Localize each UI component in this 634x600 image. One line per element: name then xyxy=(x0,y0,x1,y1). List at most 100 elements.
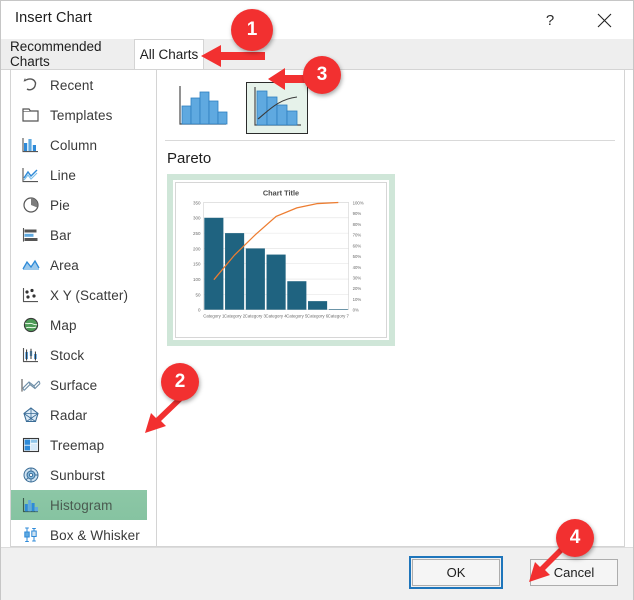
svg-text:200: 200 xyxy=(193,246,201,251)
map-icon xyxy=(18,314,44,336)
chart-type-item-bar[interactable]: Bar xyxy=(11,220,156,250)
chart-type-item-radar[interactable]: Radar xyxy=(11,400,156,430)
chart-type-item-recent[interactable]: Recent xyxy=(11,70,156,100)
thumbnail-divider xyxy=(165,140,615,141)
scatter-icon xyxy=(18,284,44,306)
chart-type-label: Column xyxy=(50,137,98,153)
chart-type-item-line[interactable]: Line xyxy=(11,160,156,190)
chart-type-item-scatter[interactable]: X Y (Scatter) xyxy=(11,280,156,310)
chart-title: Chart Title xyxy=(263,189,299,198)
chart-type-label: Area xyxy=(50,257,79,273)
chart-type-label: Stock xyxy=(50,347,85,363)
svg-text:Category 5: Category 5 xyxy=(286,314,308,319)
recent-icon xyxy=(18,74,44,96)
svg-text:150: 150 xyxy=(193,262,201,267)
chart-type-item-sunburst[interactable]: Sunburst xyxy=(11,460,156,490)
pareto-preview-chart: Chart Title 050100150200250300350 0%10%2… xyxy=(176,183,386,337)
chart-type-label: Radar xyxy=(50,407,88,423)
svg-text:Category 2: Category 2 xyxy=(224,314,246,319)
dialog-body: Recent Templates Column Line Pie Bar Are… xyxy=(10,69,625,547)
svg-text:Category 3: Category 3 xyxy=(245,314,267,319)
callout-4: 4 xyxy=(556,519,594,557)
histogram-icon xyxy=(18,494,44,516)
chart-type-item-box-whisker[interactable]: Box & Whisker xyxy=(11,520,156,546)
box-whisker-icon xyxy=(18,524,44,546)
svg-text:Category 4: Category 4 xyxy=(266,314,288,319)
chart-type-list[interactable]: Recent Templates Column Line Pie Bar Are… xyxy=(11,70,157,546)
column-icon xyxy=(18,134,44,156)
help-glyph: ? xyxy=(545,11,555,29)
page-title: Insert Chart xyxy=(15,10,92,26)
chart-type-label: Box & Whisker xyxy=(50,527,140,543)
help-icon[interactable]: ? xyxy=(527,1,573,39)
chart-type-item-surface[interactable]: Surface xyxy=(11,370,156,400)
svg-text:30%: 30% xyxy=(353,276,362,281)
svg-text:300: 300 xyxy=(193,216,201,221)
svg-text:100%: 100% xyxy=(353,200,364,205)
chart-type-item-histogram[interactable]: Histogram xyxy=(11,490,147,520)
callout-3-label: 3 xyxy=(316,64,328,85)
svg-text:Category 6: Category 6 xyxy=(307,314,329,319)
callout-2-label: 2 xyxy=(174,371,186,392)
svg-text:40%: 40% xyxy=(353,265,362,270)
chart-type-label: Histogram xyxy=(50,497,113,513)
chart-x-axis-labels: Category 1 Category 2 Category 3 Category 4… xyxy=(203,314,349,319)
ok-button-label: OK xyxy=(446,565,466,580)
chart-type-item-treemap[interactable]: Treemap xyxy=(11,430,156,460)
pie-icon xyxy=(18,194,44,216)
chart-type-item-templates[interactable]: Templates xyxy=(11,100,156,130)
chart-preview: Chart Title 0 50 100 150 200 250 300 350 0% 10% 2… xyxy=(175,182,387,338)
subtype-thumbnail-histogram[interactable] xyxy=(172,82,234,134)
svg-text:350: 350 xyxy=(193,200,201,205)
chart-type-item-stock[interactable]: Stock xyxy=(11,340,156,370)
chart-type-label: Line xyxy=(50,167,76,183)
svg-text:80%: 80% xyxy=(353,222,362,227)
chart-type-item-pie[interactable]: Pie xyxy=(11,190,156,220)
callout-1: 1 xyxy=(231,9,273,51)
insert-chart-dialog: Insert Chart ? Recommended Charts All Ch… xyxy=(0,0,634,600)
chart-type-item-area[interactable]: Area xyxy=(11,250,156,280)
svg-text:50: 50 xyxy=(196,292,202,297)
svg-text:250: 250 xyxy=(193,231,201,236)
stock-icon xyxy=(18,344,44,366)
svg-text:0%: 0% xyxy=(353,308,359,313)
line-icon xyxy=(18,164,44,186)
chart-type-label: X Y (Scatter) xyxy=(50,287,129,303)
svg-text:60%: 60% xyxy=(353,243,362,248)
callout-4-label: 4 xyxy=(569,527,581,548)
callout-3: 3 xyxy=(303,56,341,94)
tab-recommended-charts[interactable]: Recommended Charts xyxy=(10,39,134,69)
templates-icon xyxy=(18,104,44,126)
close-icon[interactable] xyxy=(581,1,627,39)
ok-button[interactable]: OK xyxy=(412,559,500,586)
tab-all-charts[interactable]: All Charts xyxy=(134,39,204,70)
svg-text:70%: 70% xyxy=(353,233,362,238)
svg-text:Category 1: Category 1 xyxy=(203,314,225,319)
subtype-name: Pareto xyxy=(167,150,212,167)
bar-icon xyxy=(18,224,44,246)
area-icon xyxy=(18,254,44,276)
svg-text:20%: 20% xyxy=(353,286,362,291)
chart-type-item-map[interactable]: Map xyxy=(11,310,156,340)
sunburst-icon xyxy=(18,464,44,486)
chart-type-item-column[interactable]: Column xyxy=(11,130,156,160)
callout-2: 2 xyxy=(161,363,199,401)
radar-icon xyxy=(18,404,44,426)
svg-text:50%: 50% xyxy=(353,254,362,259)
surface-icon xyxy=(18,374,44,396)
svg-text:Category 7: Category 7 xyxy=(328,314,350,319)
tab-all-charts-label: All Charts xyxy=(139,47,199,62)
chart-type-label: Map xyxy=(50,317,77,333)
chart-preview-frame: Chart Title 0 50 100 150 200 250 300 350 0% 10% 2… xyxy=(167,174,395,346)
svg-text:100: 100 xyxy=(193,277,201,282)
title-bar: Insert Chart ? xyxy=(1,1,633,39)
chart-type-label: Pie xyxy=(50,197,70,213)
tab-recommended-charts-label: Recommended Charts xyxy=(10,39,102,69)
chart-type-label: Bar xyxy=(50,227,72,243)
chart-type-label: Templates xyxy=(50,107,113,123)
chart-type-label: Treemap xyxy=(50,437,105,453)
callout-1-label: 1 xyxy=(246,19,258,40)
svg-text:10%: 10% xyxy=(353,297,362,302)
chart-preview-pane: Pareto Chart Title 0 50 100 150 200 250 300 350… xyxy=(157,70,624,546)
treemap-icon xyxy=(18,434,44,456)
